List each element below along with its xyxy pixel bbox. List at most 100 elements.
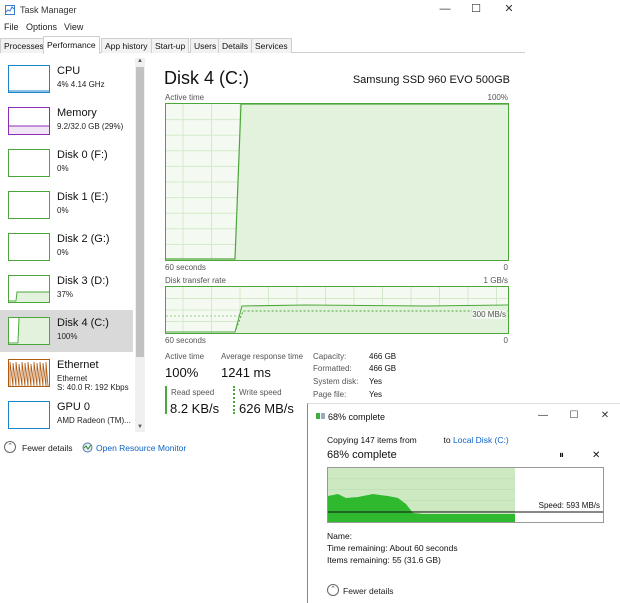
copy-speed-label: Speed: 593 MB/s bbox=[538, 501, 600, 510]
sidebar-item-disk2[interactable]: Disk 2 (G:) 0% bbox=[0, 226, 133, 268]
copy-dialog-title: 68% complete bbox=[328, 412, 386, 422]
sidebar-item-detail: 37% bbox=[57, 290, 74, 299]
sidebar-item-name: Memory bbox=[57, 107, 97, 119]
cpu-thumbnail bbox=[8, 65, 50, 93]
transfer-max-label: 1 GB/s bbox=[483, 276, 508, 285]
active-time-right-label: 0 bbox=[503, 263, 508, 272]
copying-prefix: Copying 147 items from bbox=[327, 435, 417, 445]
disk3-thumbnail bbox=[8, 275, 50, 303]
transfer-left-label: 60 seconds bbox=[165, 336, 206, 345]
copy-speed-chart bbox=[328, 468, 603, 522]
sidebar-item-detail: 0% bbox=[57, 248, 69, 257]
scroll-up-icon[interactable]: ▲ bbox=[135, 58, 145, 66]
tab-performance[interactable]: Performance bbox=[43, 36, 100, 54]
transfer-rate-chart bbox=[165, 286, 509, 334]
minimize-button[interactable]: — bbox=[430, 1, 460, 19]
formatted-label: Formatted: bbox=[313, 364, 352, 373]
cancel-button[interactable]: ✕ bbox=[592, 450, 600, 461]
formatted-value: 466 GB bbox=[369, 364, 397, 373]
destination-link[interactable]: Local Disk (C:) bbox=[453, 435, 509, 445]
scroll-thumb[interactable] bbox=[136, 67, 144, 357]
open-resource-monitor-link[interactable]: Open Resource Monitor bbox=[96, 443, 186, 453]
tab-users[interactable]: Users bbox=[190, 38, 221, 53]
copy-name-label: Name: bbox=[327, 531, 353, 541]
page-title: Disk 4 (C:) bbox=[164, 68, 249, 88]
sidebar-item-detail: Ethernet bbox=[57, 374, 88, 383]
gpu-thumbnail bbox=[8, 401, 50, 429]
sidebar-item-detail: 0% bbox=[57, 206, 69, 215]
page-file-value: Yes bbox=[369, 390, 383, 399]
fewer-details-button[interactable]: Fewer details bbox=[22, 443, 73, 453]
ethernet-thumbnail bbox=[8, 359, 50, 387]
task-manager-icon bbox=[5, 5, 15, 15]
chevron-up-icon[interactable]: ⌃ bbox=[327, 584, 339, 596]
capacity-value: 466 GB bbox=[369, 352, 397, 361]
scroll-down-icon[interactable]: ▼ bbox=[135, 424, 145, 432]
copy-progress-icon bbox=[316, 413, 325, 419]
transfer-chart-label: Disk transfer rate bbox=[165, 276, 226, 285]
sidebar-item-name: Disk 4 (C:) bbox=[57, 317, 109, 329]
tab-services[interactable]: Services bbox=[251, 38, 292, 53]
menu-bar: File Options View bbox=[0, 20, 525, 36]
sidebar-item-detail: 0% bbox=[57, 164, 69, 173]
active-time-stat-value: 100% bbox=[165, 365, 199, 380]
sidebar-item-gpu0[interactable]: GPU 0 AMD Radeon (TM)... bbox=[0, 394, 133, 432]
menu-file[interactable]: File bbox=[4, 22, 19, 32]
sidebar-item-cpu[interactable]: CPU 4% 4.14 GHz bbox=[0, 58, 133, 100]
items-remaining: Items remaining: 55 (31.6 GB) bbox=[327, 555, 441, 565]
copy-speed-graph: Speed: 593 MB/s bbox=[327, 467, 604, 523]
sidebar-item-disk0[interactable]: Disk 0 (F:) 0% bbox=[0, 142, 133, 184]
menu-options[interactable]: Options bbox=[26, 22, 57, 32]
sidebar-item-memory[interactable]: Memory 9.2/32.0 GB (29%) bbox=[0, 100, 133, 142]
disk1-thumbnail bbox=[8, 191, 50, 219]
copy-fewer-details-button[interactable]: Fewer details bbox=[343, 586, 394, 596]
pause-button[interactable]: ⏸ bbox=[559, 450, 564, 461]
tab-processes[interactable]: Processes bbox=[0, 38, 48, 53]
menu-view[interactable]: View bbox=[64, 22, 83, 32]
close-button[interactable]: ✕ bbox=[494, 1, 524, 19]
window-title: Task Manager bbox=[20, 5, 77, 15]
resource-monitor-icon bbox=[82, 442, 93, 453]
page-file-label: Page file: bbox=[313, 390, 347, 399]
tab-app-history[interactable]: App history bbox=[101, 38, 152, 53]
disk-model: Samsung SSD 960 EVO 500GB bbox=[352, 74, 510, 86]
sidebar-item-name: GPU 0 bbox=[57, 401, 91, 413]
title-bar: Task Manager — ☐ ✕ bbox=[0, 0, 525, 20]
file-copy-dialog: 68% complete — ☐ ✕ Copying 147 items fro… bbox=[307, 403, 620, 603]
read-speed-value: 8.2 KB/s bbox=[170, 401, 220, 416]
active-time-left-label: 60 seconds bbox=[165, 263, 206, 272]
tab-bar: Processes Performance App history Start-… bbox=[0, 36, 525, 54]
capacity-label: Capacity: bbox=[313, 352, 347, 361]
maximize-button[interactable]: ☐ bbox=[461, 1, 491, 19]
task-manager-footer: ⌃ Fewer details Open Resource Monitor bbox=[0, 438, 300, 458]
system-disk-value: Yes bbox=[369, 377, 383, 386]
tab-details[interactable]: Details bbox=[218, 38, 252, 53]
copy-minimize-button[interactable]: — bbox=[534, 408, 552, 424]
sidebar-item-ethernet[interactable]: Ethernet Ethernet S: 40.0 R: 192 Kbps bbox=[0, 352, 133, 394]
task-manager-window: Task Manager — ☐ ✕ File Options View Pro… bbox=[0, 0, 525, 470]
sidebar-scrollbar[interactable]: ▲ ▼ bbox=[135, 58, 145, 432]
active-time-chart-label: Active time bbox=[165, 93, 205, 102]
sidebar-item-detail: 4% 4.14 GHz bbox=[57, 80, 105, 89]
sidebar-item-name: Ethernet bbox=[57, 359, 99, 371]
read-speed-label: Read speed bbox=[171, 388, 215, 397]
tab-startup[interactable]: Start-up bbox=[151, 38, 190, 53]
transfer-mid-label: 300 MB/s bbox=[472, 310, 506, 319]
performance-sidebar: CPU 4% 4.14 GHz Memory 9.2/32.0 GB (29%)… bbox=[0, 58, 145, 432]
copy-maximize-button[interactable]: ☐ bbox=[565, 408, 583, 424]
sidebar-item-disk4[interactable]: Disk 4 (C:) 100% bbox=[0, 310, 133, 352]
write-speed-label: Write speed bbox=[239, 388, 282, 397]
sidebar-item-detail: 100% bbox=[57, 332, 78, 341]
chevron-up-icon[interactable]: ⌃ bbox=[4, 441, 16, 453]
sidebar-item-disk3[interactable]: Disk 3 (D:) 37% bbox=[0, 268, 133, 310]
copy-close-button[interactable]: ✕ bbox=[596, 408, 614, 424]
sidebar-item-name: Disk 1 (E:) bbox=[57, 191, 109, 203]
response-time-value: 1241 ms bbox=[221, 365, 271, 380]
copying-summary: Copying 147 items from to Local Disk (C:… bbox=[327, 435, 509, 445]
disk2-thumbnail bbox=[8, 233, 50, 261]
disk0-thumbnail bbox=[8, 149, 50, 177]
progress-remaining bbox=[515, 468, 603, 522]
copying-to: to bbox=[443, 435, 451, 445]
read-speed-indicator bbox=[165, 386, 167, 414]
sidebar-item-disk1[interactable]: Disk 1 (E:) 0% bbox=[0, 184, 133, 226]
